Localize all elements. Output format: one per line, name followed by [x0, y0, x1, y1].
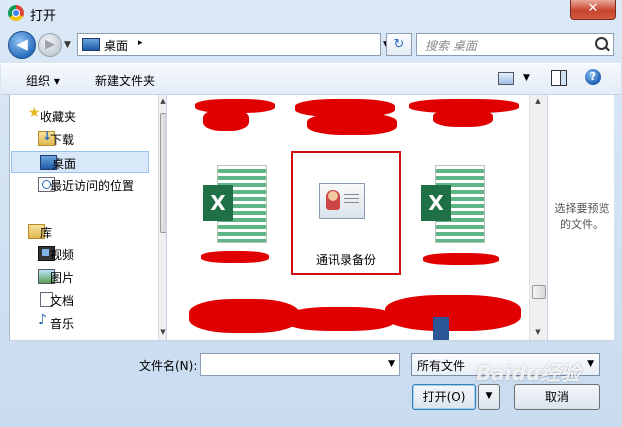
excel-icon: X [421, 185, 451, 221]
organize-menu-button[interactable]: 组织 ▾ [26, 72, 60, 89]
dialog-title: 打开 [30, 9, 57, 24]
sidebar-libraries[interactable]: 库 [10, 221, 150, 241]
cancel-button[interactable]: 取消 [514, 384, 600, 410]
history-dropdown-icon[interactable]: ▼ [64, 40, 71, 50]
sidebar-item-desktop[interactable]: 桌面 [11, 151, 149, 173]
sidebar-item-downloads[interactable]: 下载 [10, 128, 150, 148]
file-list-scrollbar[interactable]: ▲ ▼ [529, 95, 547, 340]
file-item-excel[interactable]: X [203, 161, 267, 243]
redaction-mark [423, 253, 499, 265]
sidebar-item-recent-places[interactable]: 最近访问的位置 [10, 174, 150, 194]
chrome-icon [8, 5, 24, 21]
refresh-button[interactable]: ↻ [386, 33, 412, 56]
back-button[interactable]: ◀ [8, 31, 36, 59]
sidebar-item-pictures[interactable]: 图片 [10, 266, 150, 286]
preview-pane: 选择要预览的文件。 [547, 95, 614, 341]
sidebar-item-documents[interactable]: 文档 [10, 289, 150, 309]
sidebar-item-label: 最近访问的位置 [50, 179, 135, 193]
redaction-mark [385, 295, 521, 331]
sidebar-item-label: 图片 [50, 271, 75, 285]
scroll-up-icon[interactable]: ▲ [159, 97, 166, 105]
address-bar[interactable]: 桌面 ▸ [77, 33, 381, 56]
redaction-mark [433, 109, 493, 127]
sidebar-item-videos[interactable]: 视频 [10, 243, 150, 263]
sidebar-libraries-label: 库 [40, 226, 53, 240]
file-name-label: 通讯录备份 [315, 253, 376, 267]
search-placeholder: 搜索 桌面 [425, 39, 477, 53]
sidebar-item-music[interactable]: ♪ 音乐 [10, 312, 150, 332]
filetype-value: 所有文件 [417, 359, 466, 373]
open-button[interactable]: 打开(O) [412, 384, 476, 410]
redaction-mark [189, 299, 299, 333]
view-dropdown-icon[interactable]: ▼ [523, 73, 530, 83]
new-folder-button[interactable]: 新建文件夹 [95, 72, 155, 89]
filename-label: 文件名(N): [139, 359, 198, 373]
sidebar-favorites-label: 收藏夹 [40, 110, 77, 124]
sidebar-item-label: 文档 [50, 294, 75, 308]
change-view-icon[interactable] [498, 72, 514, 85]
open-options-button[interactable]: ▼ [478, 384, 500, 410]
word-icon [433, 317, 449, 340]
command-toolbar: 组织 ▾ 新建文件夹 ▼ ? [1, 63, 621, 95]
sidebar-favorites[interactable]: ★ 收藏夹 [10, 105, 150, 125]
preview-message: 选择要预览的文件。 [554, 202, 610, 231]
scroll-down-icon[interactable]: ▼ [534, 328, 542, 336]
title-bar: 打开 ✕ [0, 0, 622, 26]
help-icon[interactable]: ? [585, 69, 601, 85]
redaction-mark [307, 113, 397, 135]
address-location[interactable]: 桌面 [104, 37, 128, 54]
scroll-down-icon[interactable]: ▼ [159, 328, 166, 336]
sidebar-item-label: 下载 [50, 133, 75, 147]
sidebar-item-label: 音乐 [50, 317, 75, 331]
search-icon[interactable] [595, 37, 608, 50]
file-item-contacts-backup[interactable]: 通讯录备份 [291, 151, 401, 275]
contact-card-icon [319, 183, 365, 219]
excel-icon: X [203, 185, 233, 221]
filename-dropdown-icon[interactable]: ▼ [388, 359, 395, 369]
navigation-scrollbar[interactable]: ▲ ▼ [158, 95, 166, 340]
scroll-up-icon[interactable]: ▲ [534, 97, 542, 105]
preview-pane-icon[interactable] [551, 70, 567, 86]
close-button[interactable]: ✕ [570, 0, 616, 20]
desktop-location-icon [82, 38, 100, 51]
redaction-mark [201, 251, 269, 263]
open-file-dialog: 打开 ✕ ◀ ▶ ▼ 桌面 ▸ ▼ ↻ 搜索 桌面 组织 ▾ 新建文件夹 ▼ ?… [0, 0, 622, 427]
redaction-mark [203, 109, 249, 131]
breadcrumb-arrow-icon[interactable]: ▸ [138, 38, 143, 48]
filename-input[interactable]: ▼ [200, 353, 400, 376]
file-list: X 通讯录备份 X ▲ ▼ [166, 95, 547, 341]
redaction-mark [285, 307, 395, 331]
navigation-pane: ★ 收藏夹 下载 桌面 最近访问的位置 库 视频 图片 文档 [9, 95, 166, 341]
navigation-row: ◀ ▶ ▼ 桌面 ▸ ▼ ↻ 搜索 桌面 [0, 28, 622, 60]
search-input[interactable]: 搜索 桌面 [416, 33, 614, 56]
forward-button[interactable]: ▶ [38, 33, 62, 57]
sidebar-item-label: 桌面 [52, 157, 77, 171]
file-list-scroll-thumb[interactable] [532, 285, 546, 299]
sidebar-item-label: 视频 [50, 248, 75, 262]
baidu-watermark: Baidu经验 [476, 361, 581, 385]
filetype-dropdown-icon[interactable]: ▼ [587, 359, 594, 369]
file-item-excel[interactable]: X [421, 161, 485, 243]
